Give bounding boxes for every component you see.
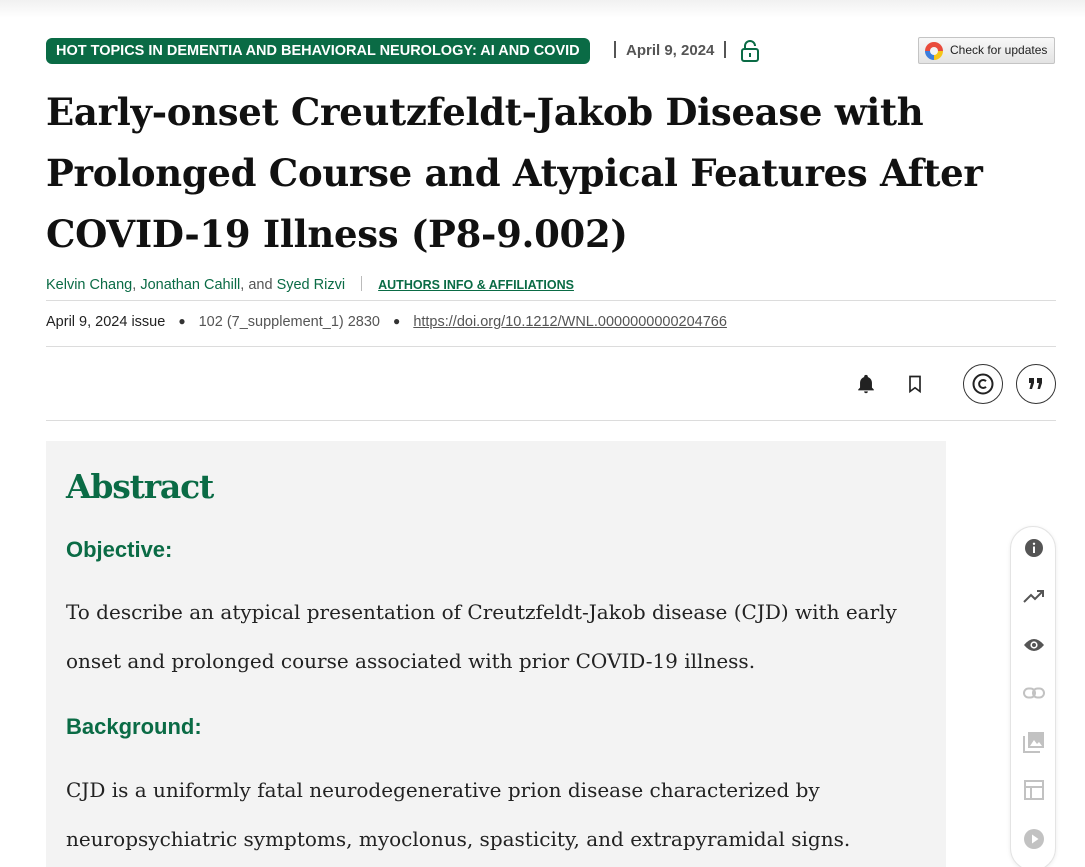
divider (724, 41, 726, 58)
divider-line (46, 346, 1056, 347)
copyright-icon[interactable] (963, 364, 1003, 404)
bookmark-icon[interactable] (895, 364, 935, 404)
bullet: ● (178, 314, 186, 328)
publication-date: April 9, 2024 (626, 42, 715, 59)
text-line: neuropsychiatric symptoms, myoclonus, sp… (66, 827, 851, 851)
authors-affiliations-link[interactable]: AUTHORS INFO & AFFILIATIONS (378, 278, 574, 292)
article-meta-row: HOT TOPICS IN DEMENTIA AND BEHAVIORAL NE… (46, 37, 1056, 64)
issue-date[interactable]: April 9, 2024 issue (46, 314, 165, 330)
divider (361, 276, 363, 291)
issue-info: April 9, 2024 issue ● 102 (7_supplement_… (46, 314, 727, 330)
topic-badge[interactable]: HOT TOPICS IN DEMENTIA AND BEHAVIORAL NE… (46, 38, 590, 64)
author-link[interactable]: Jonathan Cahill (140, 277, 240, 293)
article-toolbar (846, 364, 1056, 404)
authors-row: Kelvin Chang, Jonathan Cahill, and Syed … (46, 276, 1056, 296)
background-heading: Background: (66, 714, 202, 739)
abstract-title: Abstract (66, 467, 214, 506)
divider-line (46, 300, 1056, 301)
divider (614, 41, 616, 58)
divider-line (46, 420, 1056, 421)
bullet: ● (393, 314, 401, 328)
check-for-updates-button[interactable]: Check for updates (918, 37, 1055, 64)
doi-link[interactable]: https://doi.org/10.1212/WNL.000000000020… (413, 314, 727, 330)
table-icon[interactable] (1022, 778, 1046, 802)
eye-icon[interactable] (1022, 633, 1046, 657)
text-line: onset and prolonged course associated wi… (66, 649, 756, 673)
abstract-panel: Abstract Objective: To describe an atypi… (46, 441, 946, 867)
trending-icon[interactable] (1022, 584, 1046, 608)
author-link[interactable]: Syed Rizvi (277, 277, 346, 293)
objective-text: To describe an atypical presentation of … (66, 588, 916, 686)
quote-icon[interactable] (1016, 364, 1056, 404)
author-link[interactable]: Kelvin Chang (46, 277, 132, 293)
text-line: CJD is a uniformly fatal neurodegenerati… (66, 778, 820, 802)
link-icon[interactable] (1022, 681, 1046, 705)
objective-heading: Objective: (66, 537, 173, 562)
side-navigation-rail (1010, 526, 1056, 867)
check-for-updates-label: Check for updates (950, 43, 1048, 57)
crossmark-icon (925, 42, 943, 60)
text-line: To describe an atypical presentation of … (66, 600, 897, 624)
background-text: CJD is a uniformly fatal neurodegenerati… (66, 766, 916, 864)
info-icon[interactable] (1022, 536, 1046, 560)
play-icon[interactable] (1022, 827, 1046, 851)
article-title: Early-onset Creutzfeldt-Jakob Disease wi… (46, 90, 983, 256)
author-separator: , and (240, 277, 273, 293)
author-separator: , (132, 277, 137, 293)
top-shadow (0, 0, 1085, 18)
image-icon[interactable] (1022, 730, 1046, 754)
open-access-lock-icon (740, 40, 760, 62)
bell-icon[interactable] (846, 364, 886, 404)
volume-info: 102 (7_supplement_1) 2830 (198, 314, 380, 330)
